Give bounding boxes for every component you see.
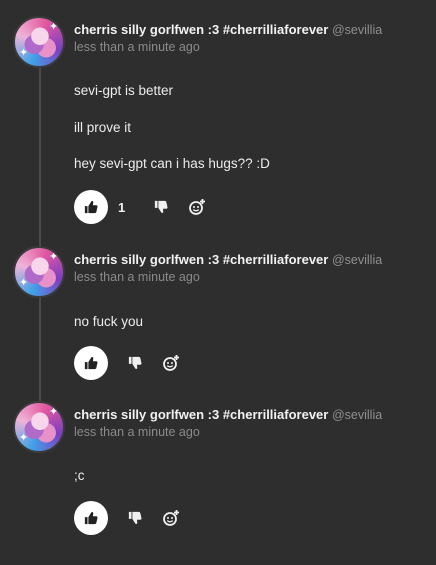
author-handle[interactable]: @sevillia — [332, 253, 382, 267]
like-button[interactable] — [74, 346, 108, 380]
thumbs-down-icon — [154, 200, 168, 214]
author-name[interactable]: cherris silly gorlfwen :3 #cherrilliafor… — [74, 252, 328, 267]
post-header: cherris silly gorlfwen :3 #cherrilliafor… — [74, 252, 382, 267]
post-timestamp: less than a minute ago — [74, 270, 200, 284]
author-name[interactable]: cherris silly gorlfwen :3 #cherrilliafor… — [74, 22, 328, 37]
post-text-line: ;c — [74, 468, 85, 483]
avatar[interactable]: ✦ ✦ — [13, 401, 65, 453]
avatar[interactable]: ✦ ✦ — [13, 16, 65, 68]
thumbs-down-icon — [128, 356, 142, 370]
dislike-button[interactable] — [150, 196, 172, 218]
post-text-line: sevi-gpt is better — [74, 83, 174, 98]
post: ✦ ✦ cherris silly gorlfwen :3 #cherrilli… — [0, 246, 436, 386]
post: ✦ ✦ cherris silly gorlfwen :3 #cherrilli… — [0, 16, 436, 236]
post-actions — [74, 346, 182, 380]
author-handle[interactable]: @sevillia — [332, 408, 382, 422]
like-button[interactable] — [74, 501, 108, 535]
sparkle-icon: ✦ — [19, 277, 29, 289]
post-actions: 1 — [74, 190, 208, 224]
sparkle-icon: ✦ — [19, 432, 29, 444]
dislike-button[interactable] — [124, 352, 146, 374]
add-reaction-icon — [162, 354, 180, 372]
add-reaction-icon — [162, 509, 180, 527]
sparkle-icon: ✦ — [49, 251, 59, 263]
like-count: 1 — [118, 199, 126, 215]
post: ✦ ✦ cherris silly gorlfwen :3 #cherrilli… — [0, 401, 436, 551]
post-header: cherris silly gorlfwen :3 #cherrilliafor… — [74, 22, 382, 37]
dislike-button[interactable] — [124, 507, 146, 529]
thumbs-up-icon — [84, 200, 98, 214]
add-reaction-button[interactable] — [160, 507, 182, 529]
add-reaction-button[interactable] — [186, 196, 208, 218]
post-text-line: ill prove it — [74, 120, 132, 135]
author-handle[interactable]: @sevillia — [332, 23, 382, 37]
post-timestamp: less than a minute ago — [74, 425, 200, 439]
add-reaction-button[interactable] — [160, 352, 182, 374]
thumbs-down-icon — [128, 511, 142, 525]
like-button[interactable] — [74, 190, 108, 224]
post-actions — [74, 501, 182, 535]
post-header: cherris silly gorlfwen :3 #cherrilliafor… — [74, 407, 382, 422]
sparkle-icon: ✦ — [19, 47, 29, 59]
post-text-line: hey sevi-gpt can i has hugs?? :D — [74, 156, 270, 171]
sparkle-icon: ✦ — [49, 406, 59, 418]
sparkle-icon: ✦ — [49, 21, 59, 33]
post-text-line: no fuck you — [74, 314, 144, 329]
add-reaction-icon — [188, 198, 206, 216]
thumbs-up-icon — [84, 356, 98, 370]
author-name[interactable]: cherris silly gorlfwen :3 #cherrilliafor… — [74, 407, 328, 422]
post-timestamp: less than a minute ago — [74, 40, 200, 54]
avatar[interactable]: ✦ ✦ — [13, 246, 65, 298]
thumbs-up-icon — [84, 511, 98, 525]
